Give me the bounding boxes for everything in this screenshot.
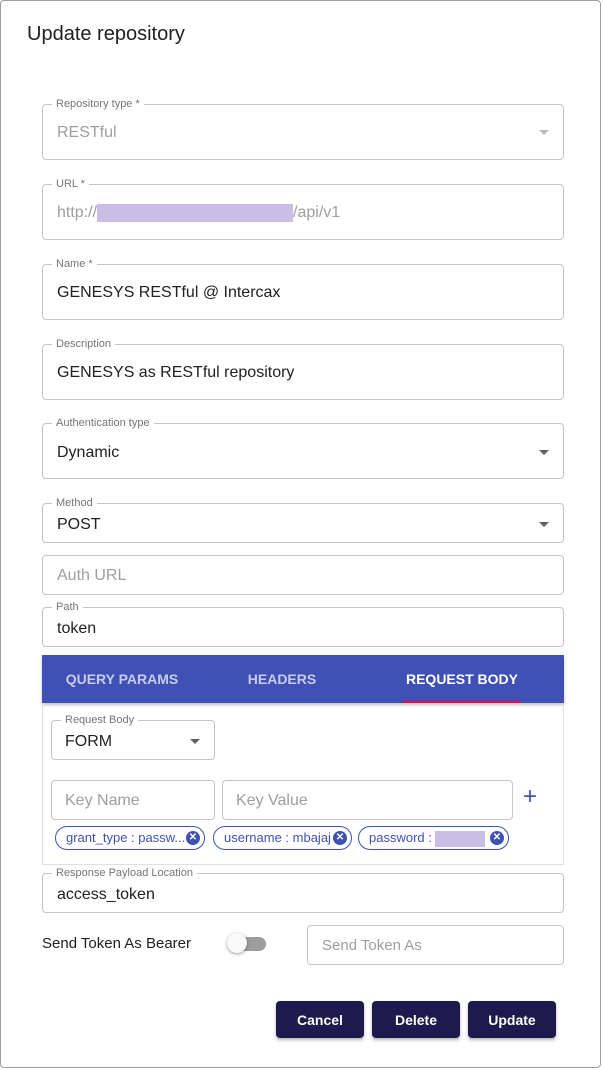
caret-down-icon (539, 130, 549, 135)
request-body-panel: Request Body FORM Key Name Key Value + g… (42, 703, 564, 865)
send-token-as-bearer-label: Send Token As Bearer (42, 935, 191, 952)
plus-icon[interactable]: + (523, 785, 537, 809)
redacted-block (97, 204, 294, 222)
authentication-type-value: Dynamic (57, 444, 120, 461)
key-name-placeholder: Key Name (65, 792, 140, 809)
url-field: URL * http:// /api/v1 (42, 177, 564, 240)
delete-button[interactable]: Delete (372, 1001, 460, 1038)
authentication-type-label: Authentication type (52, 416, 154, 430)
repository-type-value: RESTful (57, 124, 117, 141)
name-label: Name * (52, 257, 97, 271)
auth-url-placeholder: Auth URL (57, 567, 127, 584)
method-value: POST (57, 516, 101, 533)
redacted-block (435, 830, 486, 847)
path-label: Path (52, 600, 83, 614)
close-icon[interactable]: ✕ (186, 831, 200, 845)
description-value: GENESYS as RESTful repository (57, 364, 295, 381)
repository-type-select: Repository type * RESTful (42, 97, 564, 160)
send-token-as-placeholder: Send Token As (322, 937, 422, 954)
url-suffix: /api/v1 (293, 204, 341, 222)
close-icon[interactable]: ✕ (333, 831, 347, 845)
name-value: GENESYS RESTful @ Intercax (57, 284, 281, 301)
update-repository-dialog: Update repository Repository type * REST… (0, 0, 601, 1068)
chip-password[interactable]: password : ✕ (358, 826, 509, 850)
key-value-input[interactable]: Key Value (222, 780, 513, 820)
path-field[interactable]: Path token (42, 600, 564, 647)
request-body-type-value: FORM (65, 733, 113, 750)
chip-text: password : (369, 830, 436, 845)
cancel-button[interactable]: Cancel (276, 1001, 364, 1038)
close-icon[interactable]: ✕ (490, 831, 504, 845)
url-label: URL * (52, 177, 89, 191)
chip-text: grant_type : passw... (66, 830, 186, 845)
repository-type-label: Repository type * (52, 97, 144, 111)
request-body-type-select[interactable]: Request Body FORM (51, 713, 215, 760)
chip-grant-type[interactable]: grant_type : passw... ✕ (55, 826, 205, 850)
url-prefix: http:// (57, 204, 98, 222)
caret-down-icon (539, 450, 549, 455)
url-value: http:// /api/v1 (57, 204, 340, 222)
caret-down-icon (190, 739, 200, 744)
request-config-tabs: QUERY PARAMS HEADERS REQUEST BODY (42, 655, 564, 703)
method-select[interactable]: Method POST (42, 496, 564, 543)
send-token-as-input[interactable]: Send Token As (307, 925, 564, 965)
response-payload-location-label: Response Payload Location (52, 866, 197, 880)
key-name-input[interactable]: Key Name (51, 780, 215, 820)
path-value: token (57, 620, 97, 637)
method-label: Method (52, 496, 97, 510)
chip-username[interactable]: username : mbajaj ✕ (213, 826, 352, 850)
caret-down-icon (539, 522, 549, 527)
auth-url-input[interactable]: Auth URL (42, 555, 564, 595)
description-field[interactable]: Description GENESYS as RESTful repositor… (42, 337, 564, 400)
tab-request-body[interactable]: REQUEST BODY (362, 655, 562, 703)
authentication-type-select[interactable]: Authentication type Dynamic (42, 416, 564, 479)
response-payload-location-field[interactable]: Response Payload Location access_token (42, 866, 564, 913)
tab-query-params[interactable]: QUERY PARAMS (42, 655, 202, 703)
toggle-thumb[interactable] (227, 933, 247, 953)
description-label: Description (52, 337, 116, 351)
update-button[interactable]: Update (468, 1001, 556, 1038)
dialog-title: Update repository (27, 23, 185, 45)
chip-text: username : mbajaj (224, 830, 331, 845)
tab-headers[interactable]: HEADERS (202, 655, 362, 703)
key-value-placeholder: Key Value (236, 792, 308, 809)
response-payload-location-value: access_token (57, 886, 155, 903)
name-field[interactable]: Name * GENESYS RESTful @ Intercax (42, 257, 564, 320)
request-body-type-label: Request Body (61, 713, 139, 727)
